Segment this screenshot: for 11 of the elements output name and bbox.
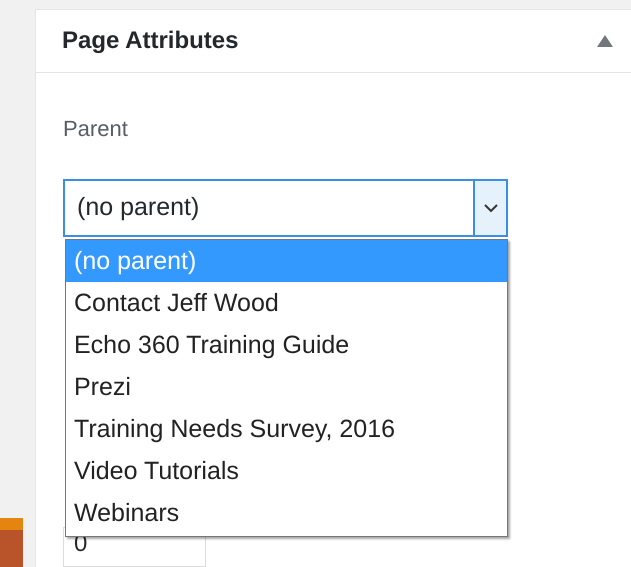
accent-stripe xyxy=(0,518,23,530)
panel-title: Page Attributes xyxy=(62,26,238,56)
parent-label: Parent xyxy=(63,115,129,143)
dropdown-option[interactable]: Prezi xyxy=(66,366,507,408)
dropdown-option[interactable]: Echo 360 Training Guide xyxy=(66,324,507,366)
chevron-down-icon xyxy=(473,181,506,235)
dropdown-option[interactable]: Contact Jeff Wood xyxy=(66,282,507,324)
dropdown-option[interactable]: Video Tutorials xyxy=(66,450,507,492)
accent-block xyxy=(0,530,23,567)
dropdown-option[interactable]: Training Needs Survey, 2016 xyxy=(66,408,507,450)
parent-select[interactable]: (no parent) xyxy=(63,179,508,237)
